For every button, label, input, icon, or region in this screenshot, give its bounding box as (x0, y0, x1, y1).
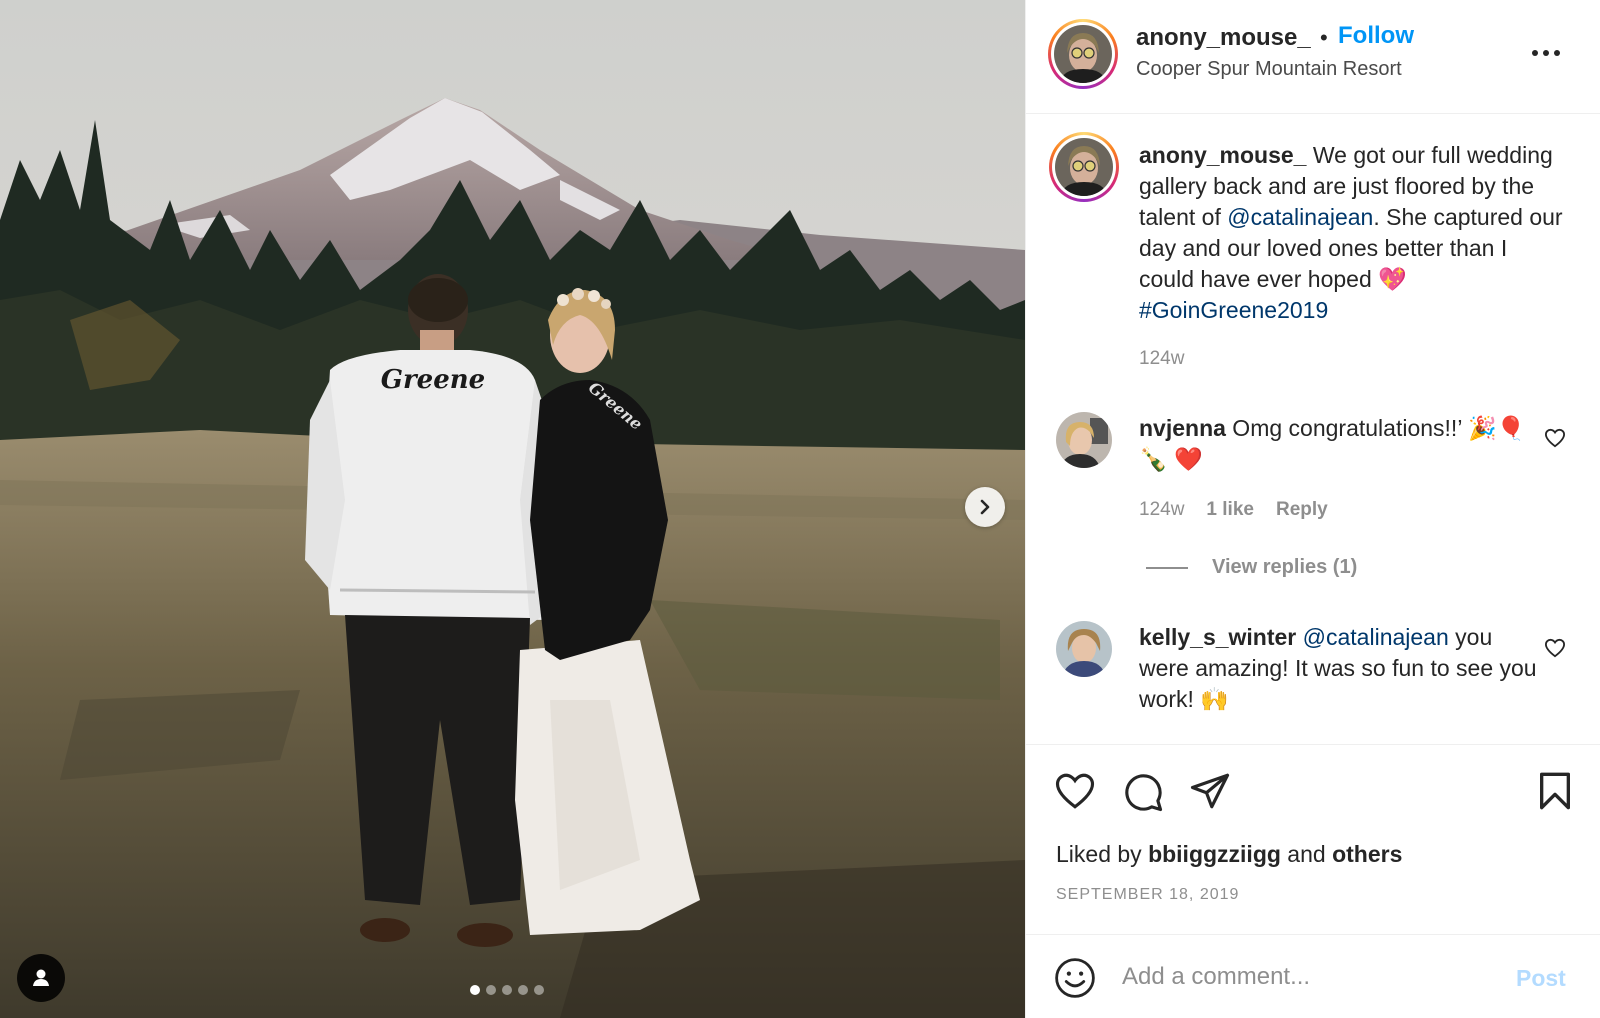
wedding-photo: Greene Greene (0, 0, 1025, 1018)
post-actions: Liked by bbiiggzziigg and others SEPTEMB… (1026, 744, 1600, 934)
reply-button[interactable]: Reply (1276, 499, 1328, 521)
add-comment-bar: Post (1026, 934, 1600, 1018)
caption-meta: 124w (1139, 348, 1184, 370)
follow-button[interactable]: Follow (1338, 22, 1414, 50)
header-separator: • (1320, 25, 1328, 50)
tagged-users-button[interactable] (17, 954, 65, 1002)
like-comment-heart-icon[interactable] (1544, 638, 1566, 658)
like-comment-heart-icon[interactable] (1544, 428, 1566, 448)
author-avatar[interactable] (1048, 19, 1118, 89)
comment-text: nvjenna Omg congratulations!!’ 🎉🎈🍾 ❤️ (1139, 413, 1529, 475)
carousel-indicator (470, 985, 544, 995)
commenter-avatar-image (1056, 621, 1112, 677)
author-avatar-image (1054, 25, 1112, 83)
comments-section: anony_mouse_ We got our full wedding gal… (1026, 115, 1600, 744)
comment-meta: 124w 1 like Reply (1139, 499, 1328, 521)
bookmark-icon[interactable] (1537, 771, 1573, 811)
carousel-dot (470, 985, 480, 995)
replies-divider-line (1146, 566, 1188, 569)
heart-icon[interactable] (1054, 771, 1096, 811)
next-slide-button[interactable] (965, 487, 1005, 527)
post-comment-button[interactable]: Post (1516, 965, 1566, 992)
more-horizontal-icon (1532, 50, 1538, 56)
carousel-dot (502, 985, 512, 995)
commenter-avatar-image (1056, 412, 1112, 468)
view-replies-button[interactable]: View replies (1) (1146, 556, 1357, 579)
post-side-panel: anony_mouse_ • Follow Cooper Spur Mounta… (1025, 0, 1600, 1018)
smiley-icon[interactable] (1054, 957, 1096, 999)
caption-avatar-image (1055, 138, 1113, 196)
comment-username[interactable]: kelly_s_winter (1139, 624, 1296, 650)
carousel-dot (534, 985, 544, 995)
author-username[interactable]: anony_mouse_ (1136, 24, 1311, 52)
comment-avatar[interactable] (1056, 621, 1112, 677)
comment-likes-count[interactable]: 1 like (1206, 499, 1254, 521)
likes-summary: Liked by bbiiggzziigg and others (1056, 841, 1402, 868)
likes-prefix: Liked by (1056, 841, 1149, 867)
comment-avatar[interactable] (1056, 412, 1112, 468)
view-replies-label: View replies (1) (1212, 556, 1358, 578)
comment-input[interactable] (1122, 957, 1502, 997)
post-date[interactable]: SEPTEMBER 18, 2019 (1056, 886, 1239, 904)
comment-username[interactable]: nvjenna (1139, 415, 1226, 441)
location-link[interactable]: Cooper Spur Mountain Resort (1136, 58, 1402, 81)
likes-others-link[interactable]: others (1332, 841, 1402, 867)
caption-timestamp[interactable]: 124w (1139, 348, 1184, 370)
share-icon[interactable] (1189, 771, 1231, 811)
comment-timestamp[interactable]: 124w (1139, 499, 1184, 521)
caption-text: anony_mouse_ We got our full wedding gal… (1139, 140, 1564, 326)
comment-mention[interactable]: @catalinajean (1303, 624, 1449, 650)
instagram-post: Greene Greene anony_mouse_ • Follow Coop… (0, 0, 1600, 1018)
post-header: anony_mouse_ • Follow Cooper Spur Mounta… (1026, 0, 1600, 114)
comment-text: kelly_s_winter @catalinajean you were am… (1139, 622, 1539, 715)
user-tag-icon (33, 969, 49, 986)
likes-middle: and (1280, 841, 1333, 867)
carousel-dot (518, 985, 528, 995)
caption-username[interactable]: anony_mouse_ (1139, 142, 1306, 168)
caption-mention[interactable]: @catalinajean (1227, 204, 1373, 230)
comment-icon[interactable] (1122, 771, 1164, 813)
caption-author-avatar[interactable] (1049, 132, 1119, 202)
post-photo[interactable]: Greene Greene (0, 0, 1025, 1018)
chevron-right-icon (980, 499, 990, 515)
groom-jacket-text: Greene (381, 365, 485, 395)
liker-username[interactable]: bbiiggzziigg (1148, 841, 1281, 867)
caption-hashtag[interactable]: #GoinGreene2019 (1139, 297, 1328, 323)
more-options-button[interactable] (1526, 38, 1566, 68)
heart-emoji: 💖 (1378, 266, 1407, 292)
carousel-dot (486, 985, 496, 995)
